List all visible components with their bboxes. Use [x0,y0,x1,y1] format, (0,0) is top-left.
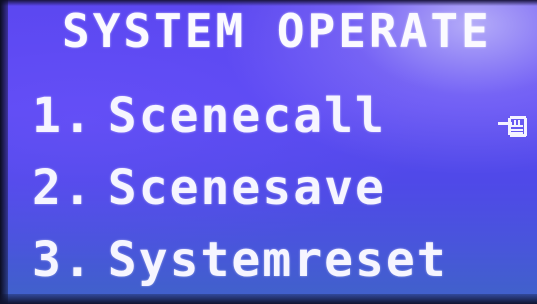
menu-item-number: 3. [32,232,94,288]
menu-item-label: Scenecall [107,88,386,144]
lcd-screen: SYSTEM OPERATE 1. Scenecall 2. Scenesave… [0,0,537,304]
pointing-hand-icon [498,116,527,137]
menu-item-number: 2. [32,160,94,216]
screen-title: SYSTEM OPERATE [62,4,492,58]
menu-item-systemreset[interactable]: 3. Systemreset [32,236,448,304]
menu-list: 1. Scenecall 2. Scenesave 3. Systemreset [32,92,448,304]
menu-item-scenecall[interactable]: 1. Scenecall [32,92,448,164]
screen-bezel-left [0,0,8,304]
menu-item-label: Systemreset [107,232,448,288]
menu-item-label: Scenesave [107,160,386,216]
menu-item-scenesave[interactable]: 2. Scenesave [32,164,448,236]
menu-item-number: 1. [32,88,94,144]
